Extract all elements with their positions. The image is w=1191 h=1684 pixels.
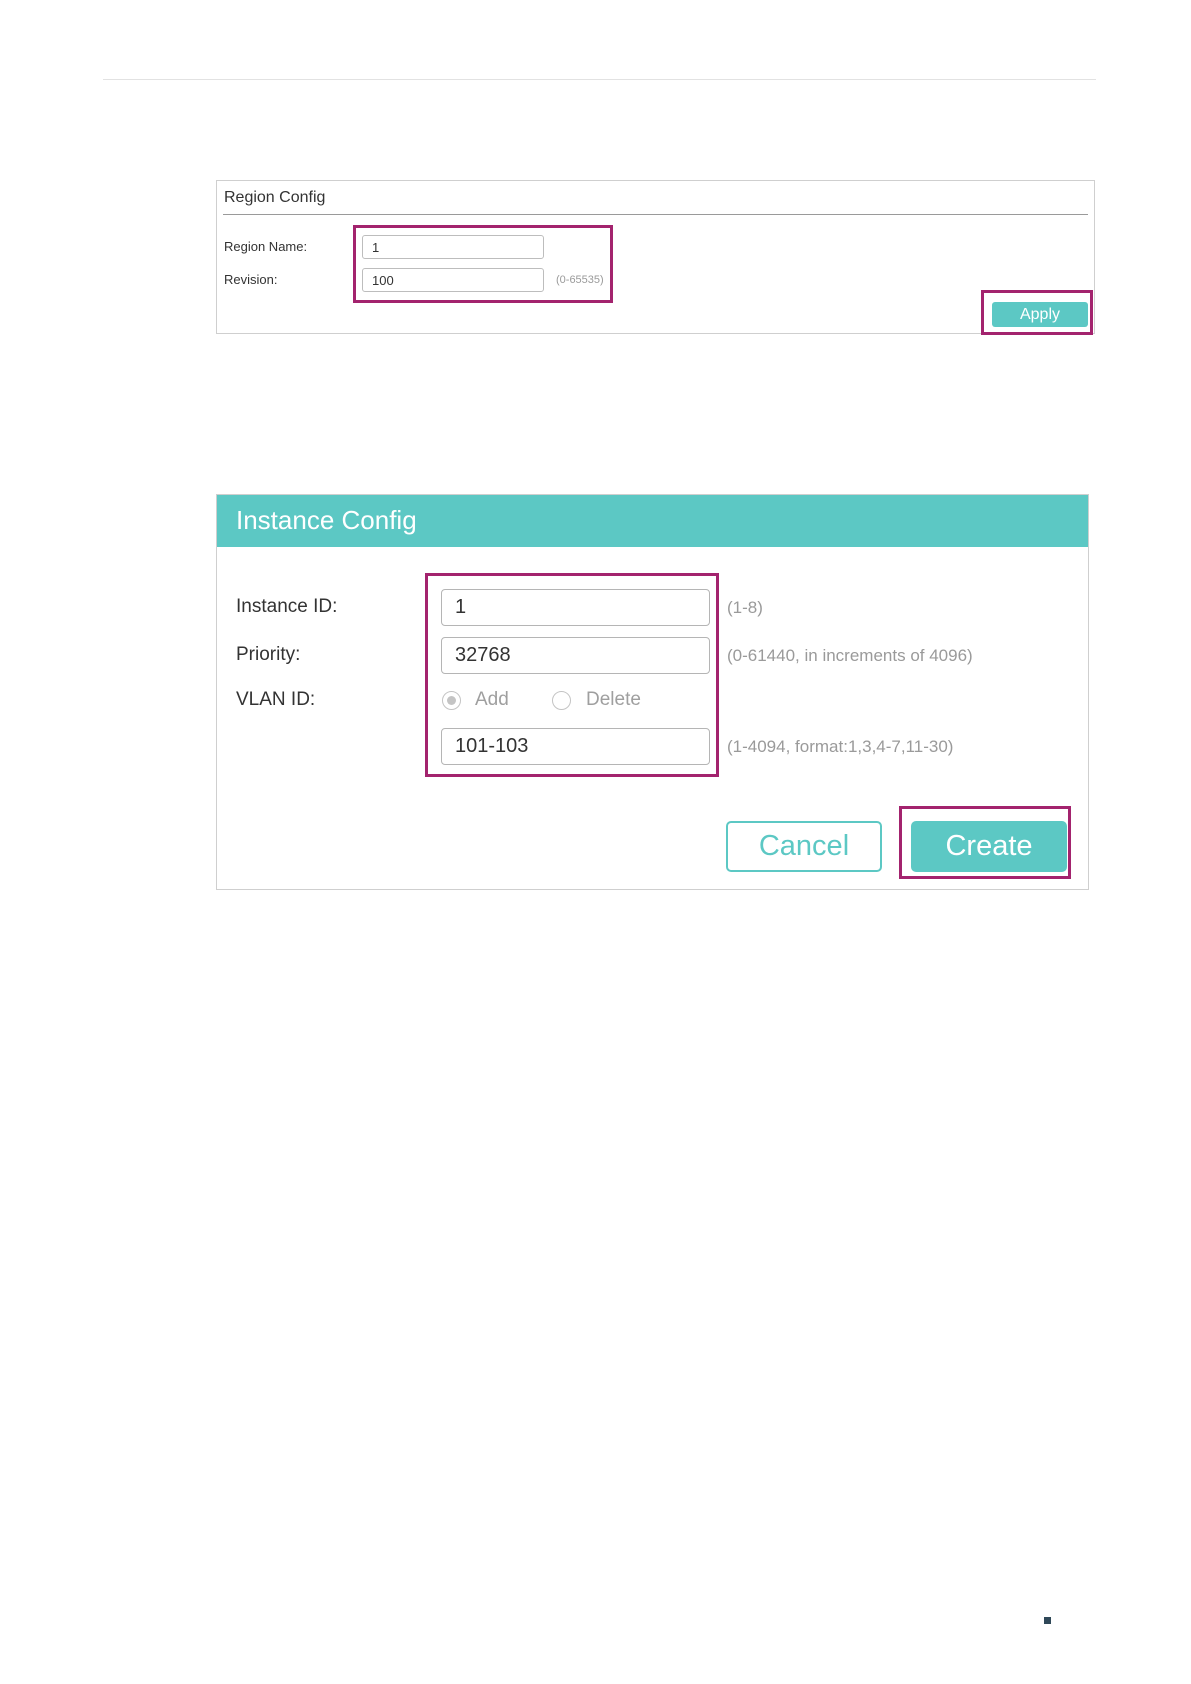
vlan-id-label: VLAN ID: [236,689,316,710]
page-top-rule [103,79,1096,80]
vlan-add-radio[interactable] [442,691,461,710]
apply-button[interactable]: Apply [992,302,1088,327]
instance-config-header: Instance Config [217,495,1088,547]
vlan-add-label: Add [475,689,509,710]
region-config-title: Region Config [224,189,326,206]
vlan-delete-label: Delete [586,689,641,710]
region-name-label: Region Name: [224,239,308,254]
vlan-id-hint: (1-4094, format:1,3,4-7,11-30) [727,737,954,756]
cancel-button[interactable]: Cancel [726,821,882,872]
instance-config-panel: Instance Config Instance ID: (1-8) Prior… [216,494,1089,890]
vlan-id-input[interactable] [441,728,710,765]
revision-label: Revision: [224,272,278,287]
priority-hint: (0-61440, in increments of 4096) [727,646,973,665]
instance-id-input[interactable] [441,589,710,626]
region-config-panel: Region Config Region Name: Revision: (0-… [216,180,1095,334]
page-marker [1044,1617,1051,1624]
instance-id-label: Instance ID: [236,596,338,617]
create-button[interactable]: Create [911,821,1067,872]
instance-id-hint: (1-8) [727,598,763,617]
region-name-input[interactable] [362,235,544,259]
revision-input[interactable] [362,268,544,292]
priority-input[interactable] [441,637,710,674]
region-config-divider [223,214,1088,215]
priority-label: Priority: [236,644,301,665]
revision-hint: (0-65535) [556,274,604,286]
instance-config-title: Instance Config [236,505,417,535]
vlan-delete-radio[interactable] [552,691,571,710]
